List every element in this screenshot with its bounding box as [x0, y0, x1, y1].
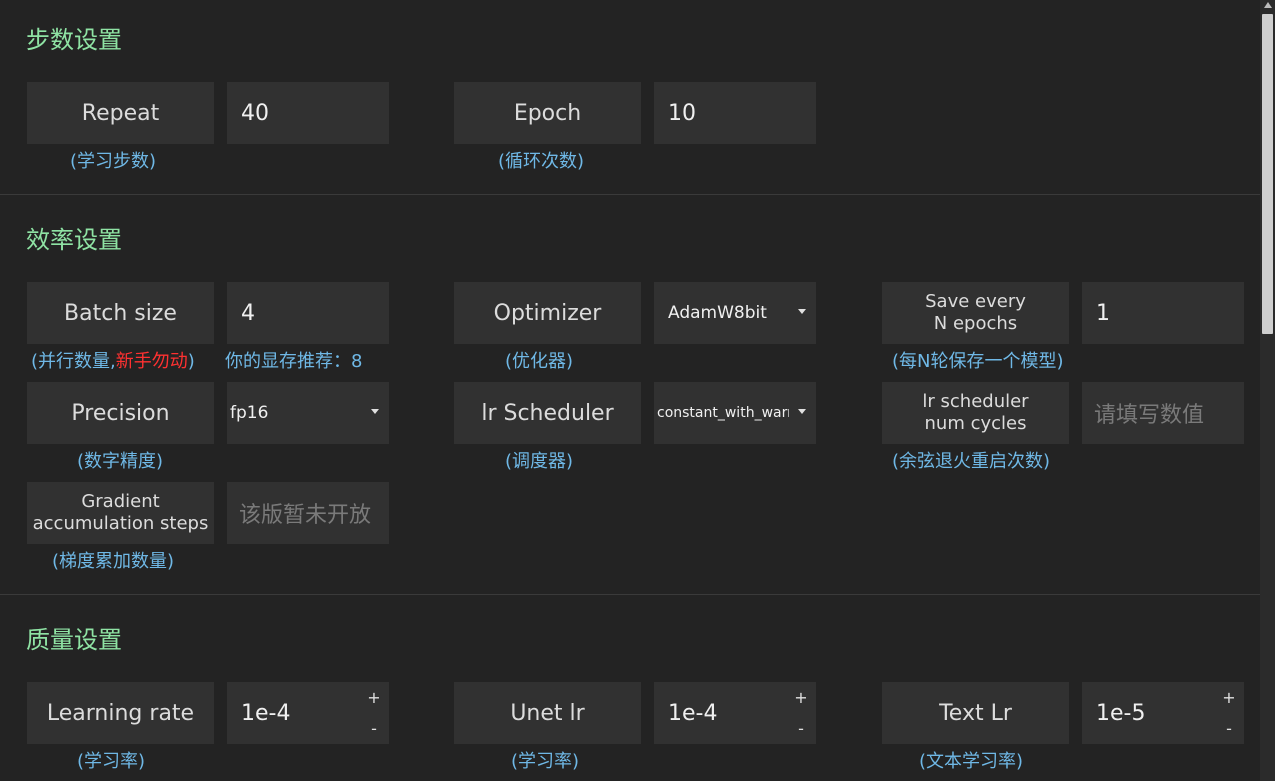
section-title-steps: 步数设置: [26, 26, 122, 54]
batch-size-warning: 新手勿动: [115, 351, 188, 372]
precision-hint: (数字精度): [77, 451, 164, 472]
lr-cycles-hint: (余弦退火重启次数): [892, 451, 1051, 472]
batch-size-input[interactable]: 4: [227, 282, 389, 344]
save-every-label-line1: Save every: [925, 291, 1026, 312]
lr-cycles-label-line1: lr scheduler: [922, 391, 1029, 412]
lr-scheduler-label: lr Scheduler: [454, 382, 641, 444]
lr-scheduler-hint: (调度器): [505, 451, 574, 472]
batch-size-label: Batch size: [27, 282, 214, 344]
lr-scheduler-select[interactable]: constant_with_warmup: [654, 382, 816, 444]
learning-rate-label: Learning rate: [27, 682, 214, 744]
text-lr-value: 1e-5: [1096, 700, 1146, 726]
caret-down-icon: [798, 409, 806, 414]
unet-lr-input[interactable]: 1e-4 + -: [654, 682, 816, 744]
increment-button[interactable]: +: [367, 688, 380, 707]
caret-down-icon: [371, 409, 379, 414]
save-every-label-line2: N epochs: [933, 313, 1018, 334]
batch-size-hint: (并行数量,新手勿动): [31, 347, 195, 373]
epoch-hint: (循环次数): [498, 151, 585, 172]
text-lr-hint: (文本学习率): [919, 751, 1024, 772]
caret-down-icon: [798, 309, 806, 314]
precision-label: Precision: [27, 382, 214, 444]
repeat-input[interactable]: 40: [227, 82, 389, 144]
grad-accum-hint: (梯度累加数量): [52, 551, 175, 572]
unet-lr-label: Unet lr: [454, 682, 641, 744]
increment-button[interactable]: +: [1222, 688, 1235, 707]
lr-cycles-label-line2: num cycles: [924, 413, 1027, 434]
optimizer-selected: AdamW8bit: [668, 303, 767, 323]
vram-recommend-hint: 你的显存推荐：8: [225, 351, 363, 372]
text-lr-stepper[interactable]: + -: [1222, 688, 1236, 738]
unet-lr-value: 1e-4: [668, 700, 718, 726]
precision-select[interactable]: fp16: [227, 382, 389, 444]
precision-selected: fp16: [230, 403, 269, 423]
epoch-input[interactable]: 10: [654, 82, 816, 144]
decrement-button[interactable]: -: [1226, 719, 1232, 738]
learning-rate-value: 1e-4: [241, 700, 291, 726]
text-lr-input[interactable]: 1e-5 + -: [1082, 682, 1244, 744]
optimizer-hint: (优化器): [505, 351, 574, 372]
scrollbar[interactable]: [1260, 0, 1275, 781]
text-lr-label: Text Lr: [882, 682, 1069, 744]
grad-accum-label: Gradient accumulation steps: [27, 482, 214, 544]
repeat-hint: (学习步数): [70, 151, 157, 172]
section-title-efficiency: 效率设置: [26, 226, 122, 254]
grad-accum-label-line1: Gradient: [81, 491, 160, 512]
grad-accum-input: 该版暂未开放: [227, 482, 389, 544]
learning-rate-stepper[interactable]: + -: [367, 688, 381, 738]
learning-rate-hint: (学习率): [77, 751, 146, 772]
save-every-label: Save every N epochs: [882, 282, 1069, 344]
decrement-button[interactable]: -: [798, 719, 804, 738]
section-title-quality: 质量设置: [26, 626, 122, 654]
scrollbar-thumb[interactable]: [1262, 14, 1273, 334]
divider: [0, 594, 1260, 595]
optimizer-label: Optimizer: [454, 282, 641, 344]
divider: [0, 194, 1260, 195]
lr-cycles-label: lr scheduler num cycles: [882, 382, 1069, 444]
scroll-up-icon[interactable]: [1264, 2, 1272, 8]
unet-lr-hint: (学习率): [511, 751, 580, 772]
increment-button[interactable]: +: [794, 688, 807, 707]
decrement-button[interactable]: -: [371, 719, 377, 738]
lr-cycles-input[interactable]: 请填写数值: [1082, 382, 1244, 444]
batch-size-hint-text: (并行数量,: [31, 351, 116, 372]
save-every-input[interactable]: 1: [1082, 282, 1244, 344]
unet-lr-stepper[interactable]: + -: [794, 688, 808, 738]
batch-size-hint-close: ): [187, 351, 195, 372]
repeat-label: Repeat: [27, 82, 214, 144]
lr-scheduler-selected: constant_with_warmup: [657, 405, 789, 421]
learning-rate-input[interactable]: 1e-4 + -: [227, 682, 389, 744]
optimizer-select[interactable]: AdamW8bit: [654, 282, 816, 344]
grad-accum-label-line2: accumulation steps: [32, 513, 209, 534]
save-every-hint: (每N轮保存一个模型): [892, 351, 1064, 372]
epoch-label: Epoch: [454, 82, 641, 144]
